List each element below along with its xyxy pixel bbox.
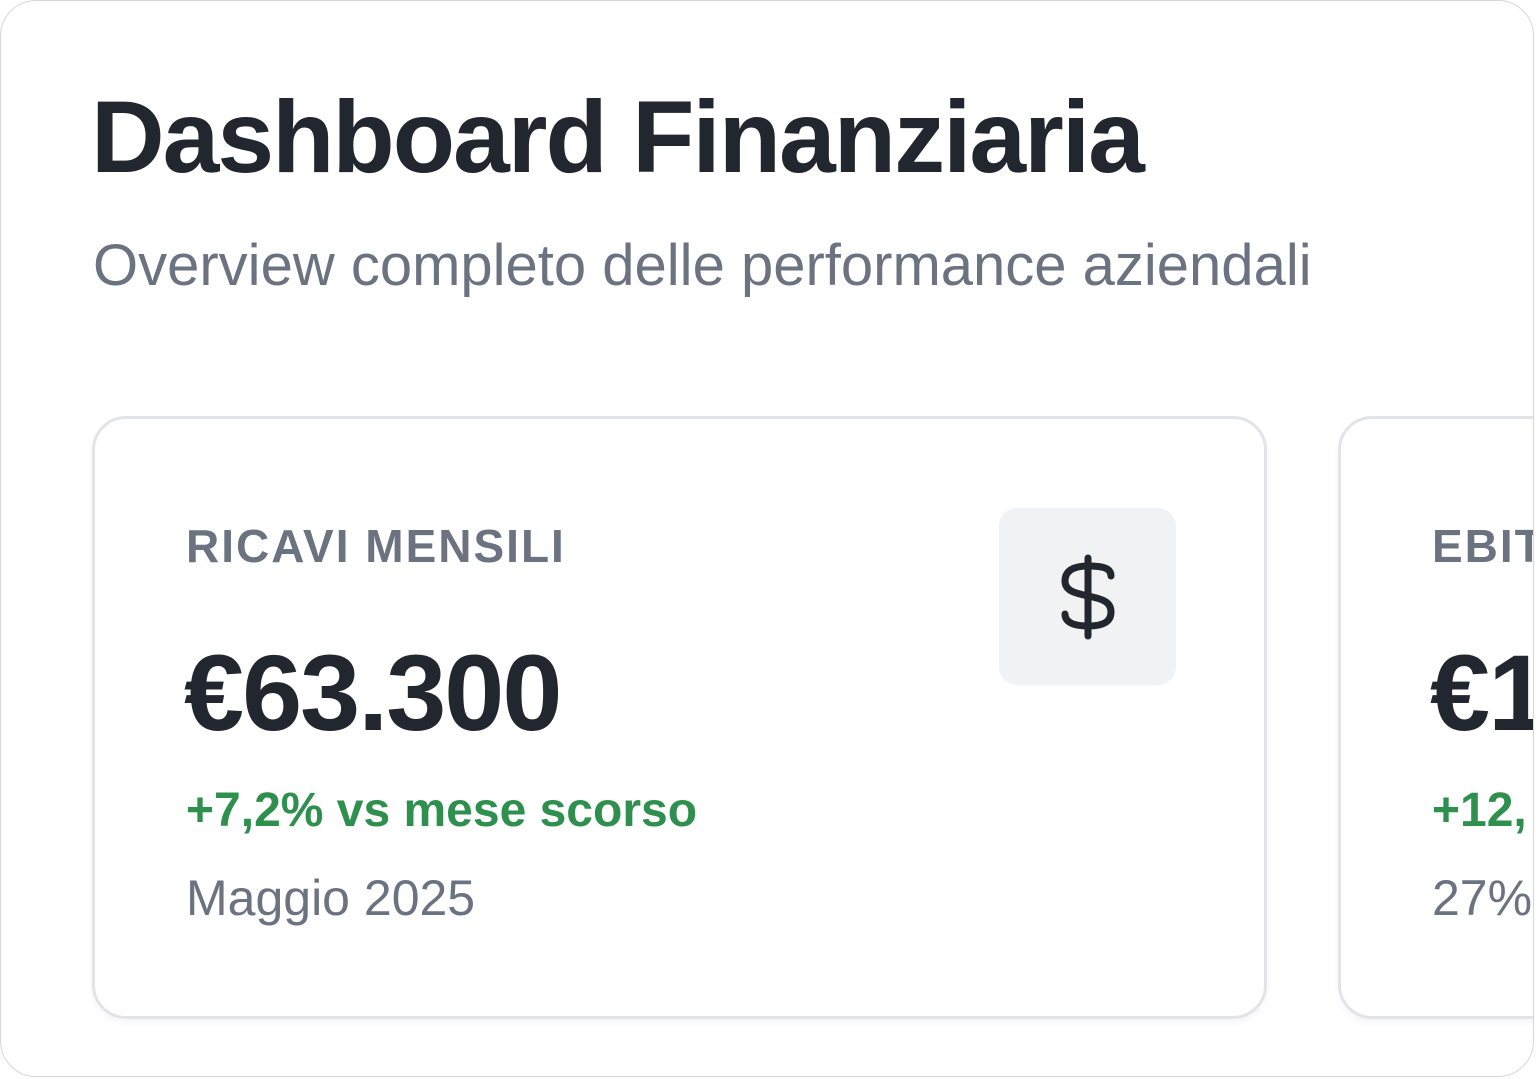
kpi-change: +12,	[1432, 784, 1527, 837]
kpi-period: 27%	[1432, 870, 1533, 926]
page-title: Dashboard Finanziaria	[91, 80, 1145, 194]
kpi-change: +7,2% vs mese scorso	[186, 784, 698, 837]
kpi-value: €1	[1430, 632, 1533, 753]
kpi-label: EBIT	[1432, 520, 1534, 572]
kpi-card-ricavi[interactable]: RICAVI MENSILI €63.300 +7,2% vs mese sco…	[92, 416, 1267, 1019]
dollar-icon-box	[999, 508, 1176, 685]
kpi-label: RICAVI MENSILI	[186, 520, 566, 572]
kpi-card-ebit[interactable]: EBIT €1 +12, 27%	[1338, 416, 1534, 1019]
page-subtitle: Overview completo delle performance azie…	[93, 233, 1312, 298]
dollar-icon	[1061, 554, 1114, 639]
kpi-value: €63.300	[184, 632, 562, 753]
dashboard-window: Dashboard Finanziaria Overview completo …	[0, 0, 1534, 1077]
kpi-period: Maggio 2025	[186, 870, 476, 926]
